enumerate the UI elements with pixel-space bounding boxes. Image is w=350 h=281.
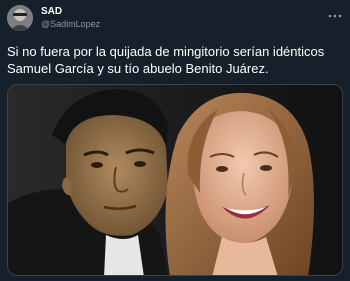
avatar-photo-icon xyxy=(7,5,33,31)
author-display-name[interactable]: SAD xyxy=(41,6,62,18)
tweet-text: Si no fuera por la quijada de mingitorio… xyxy=(7,44,325,76)
photo-icon xyxy=(8,85,342,275)
tweet-card: SAD @SadimLopez Si no fuera por la quija… xyxy=(0,0,350,281)
avatar[interactable] xyxy=(7,5,33,31)
tweet-photo[interactable] xyxy=(7,84,343,276)
author-handle[interactable]: @SadimLopez xyxy=(41,19,100,30)
more-dots-icon[interactable] xyxy=(328,8,342,18)
